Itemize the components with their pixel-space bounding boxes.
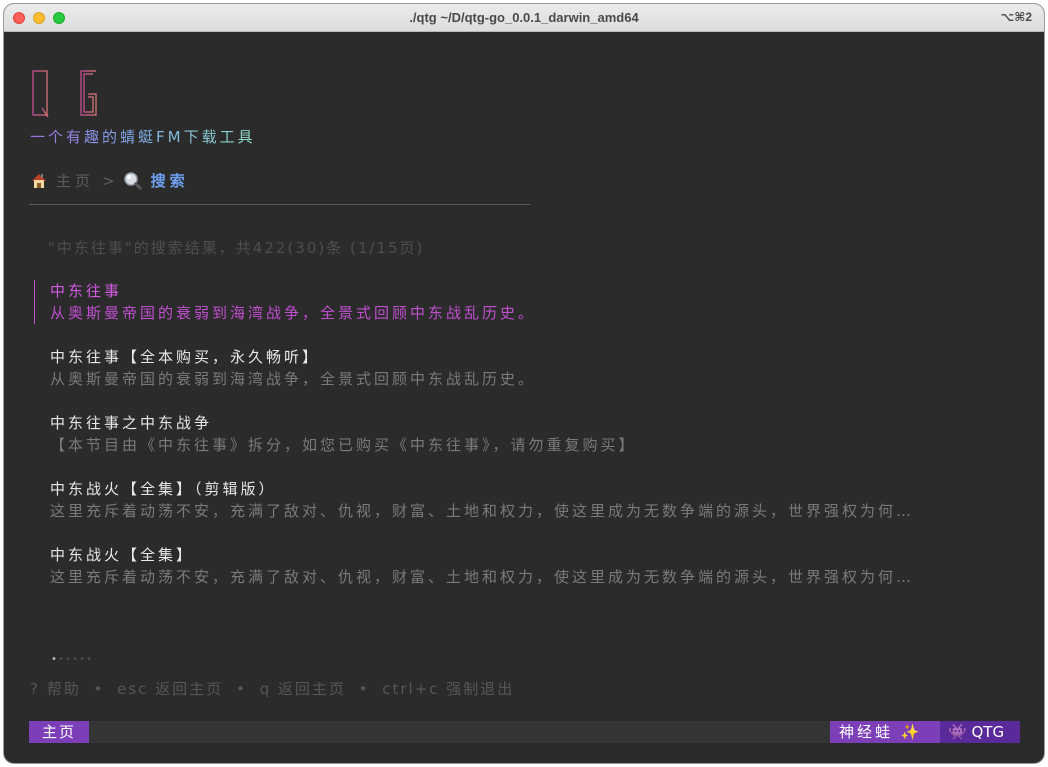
search-summary: "中东往事"的搜索结果，共422(30)条 (1/15页): [48, 239, 425, 257]
result-title: 中东战火【全集】（剪辑版）: [50, 480, 277, 498]
help-separator: •: [351, 680, 377, 698]
status-user-name: 神经蛙: [839, 723, 894, 741]
alien-monster-icon: 👾: [948, 723, 967, 741]
terminal-window: ./qtg ~/D/qtg-go_0.0.1_darwin_amd64 ⌥⌘2: [4, 4, 1044, 763]
result-description: 从奥斯曼帝国的衰弱到海湾战争，全景式回顾中东战乱历史。: [50, 304, 537, 322]
title-bar: ./qtg ~/D/qtg-go_0.0.1_darwin_amd64 ⌥⌘2: [4, 4, 1044, 32]
status-bar: 主页 神经蛙 ✨ 👾 QTG: [29, 721, 1020, 743]
search-result-item[interactable]: 中东往事之中东战争 【本节目由《中东往事》拆分，如您已购买《中东往事》，请勿重复…: [34, 412, 1024, 478]
breadcrumb-divider: [29, 204, 530, 205]
result-title: 中东战火【全集】: [50, 546, 195, 564]
result-title: 中东往事之中东战争: [50, 414, 213, 432]
help-separator: •: [86, 680, 112, 698]
result-description: 【本节目由《中东往事》拆分，如您已购买《中东往事》，请勿重复购买】: [50, 436, 637, 454]
sparkle-icon: ✨: [900, 723, 923, 741]
help-item: ? 帮助: [30, 680, 81, 698]
qtg-logo: [32, 70, 97, 118]
search-results-list: 中东往事 从奥斯曼帝国的衰弱到海湾战争，全景式回顾中东战乱历史。 中东往事【全本…: [34, 280, 1024, 610]
search-result-item[interactable]: 中东战火【全集】 这里充斥着动荡不安，充满了敌对、仇视，财富、土地和权力，使这里…: [34, 544, 1024, 610]
search-result-item[interactable]: 中东往事 从奥斯曼帝国的衰弱到海湾战争，全景式回顾中东战乱历史。: [34, 280, 1024, 346]
search-icon: [123, 171, 142, 190]
breadcrumb-home[interactable]: 主页: [56, 170, 94, 191]
page-dot: •: [58, 654, 66, 665]
result-description: 这里充斥着动荡不安，充满了敌对、仇视，财富、土地和权力，使这里成为无数争端的源头…: [50, 568, 915, 586]
status-mode: 主页: [29, 721, 89, 743]
home-icon: [32, 173, 46, 188]
search-result-item[interactable]: 中东往事【全本购买，永久畅听】 从奥斯曼帝国的衰弱到海湾战争，全景式回顾中东战乱…: [34, 346, 1024, 412]
page-indicator: ••••••: [51, 654, 93, 665]
result-title: 中东往事: [50, 282, 123, 300]
help-item: ctrl+c 强制退出: [382, 680, 515, 698]
search-result-item[interactable]: 中东战火【全集】（剪辑版） 这里充斥着动荡不安，充满了敌对、仇视，财富、土地和权…: [34, 478, 1024, 544]
result-description: 这里充斥着动荡不安，充满了敌对、仇视，财富、土地和权力，使这里成为无数争端的源头…: [50, 502, 915, 520]
status-app: 👾 QTG: [940, 721, 1020, 743]
page-dot-active: •: [51, 654, 59, 665]
terminal-content: 一个有趣的蜻蜓FM下载工具 主页 > 搜索 "中东往事"的搜索结果，共422(3…: [4, 32, 1044, 763]
help-separator: •: [229, 680, 254, 698]
help-item: esc 返回主页: [117, 680, 224, 698]
page-dot: •: [86, 654, 94, 665]
status-user: 神经蛙 ✨: [830, 721, 940, 743]
result-description: 从奥斯曼帝国的衰弱到海湾战争，全景式回顾中东战乱历史。: [50, 370, 537, 388]
window-title: ./qtg ~/D/qtg-go_0.0.1_darwin_amd64: [409, 10, 639, 25]
breadcrumb-separator: >: [102, 171, 115, 190]
window-shortcut: ⌥⌘2: [1000, 10, 1032, 24]
help-bar: ? 帮助 • esc 返回主页 • q 返回主页 • ctrl+c 强制退出: [30, 678, 520, 699]
breadcrumb: 主页 > 搜索: [30, 170, 189, 191]
breadcrumb-current: 搜索: [150, 172, 189, 190]
app-slogan: 一个有趣的蜻蜓FM下载工具: [30, 128, 256, 146]
result-title: 中东往事【全本购买，永久畅听】: [50, 348, 321, 366]
help-item: q 返回主页: [259, 680, 346, 698]
status-app-name: QTG: [971, 723, 1005, 741]
